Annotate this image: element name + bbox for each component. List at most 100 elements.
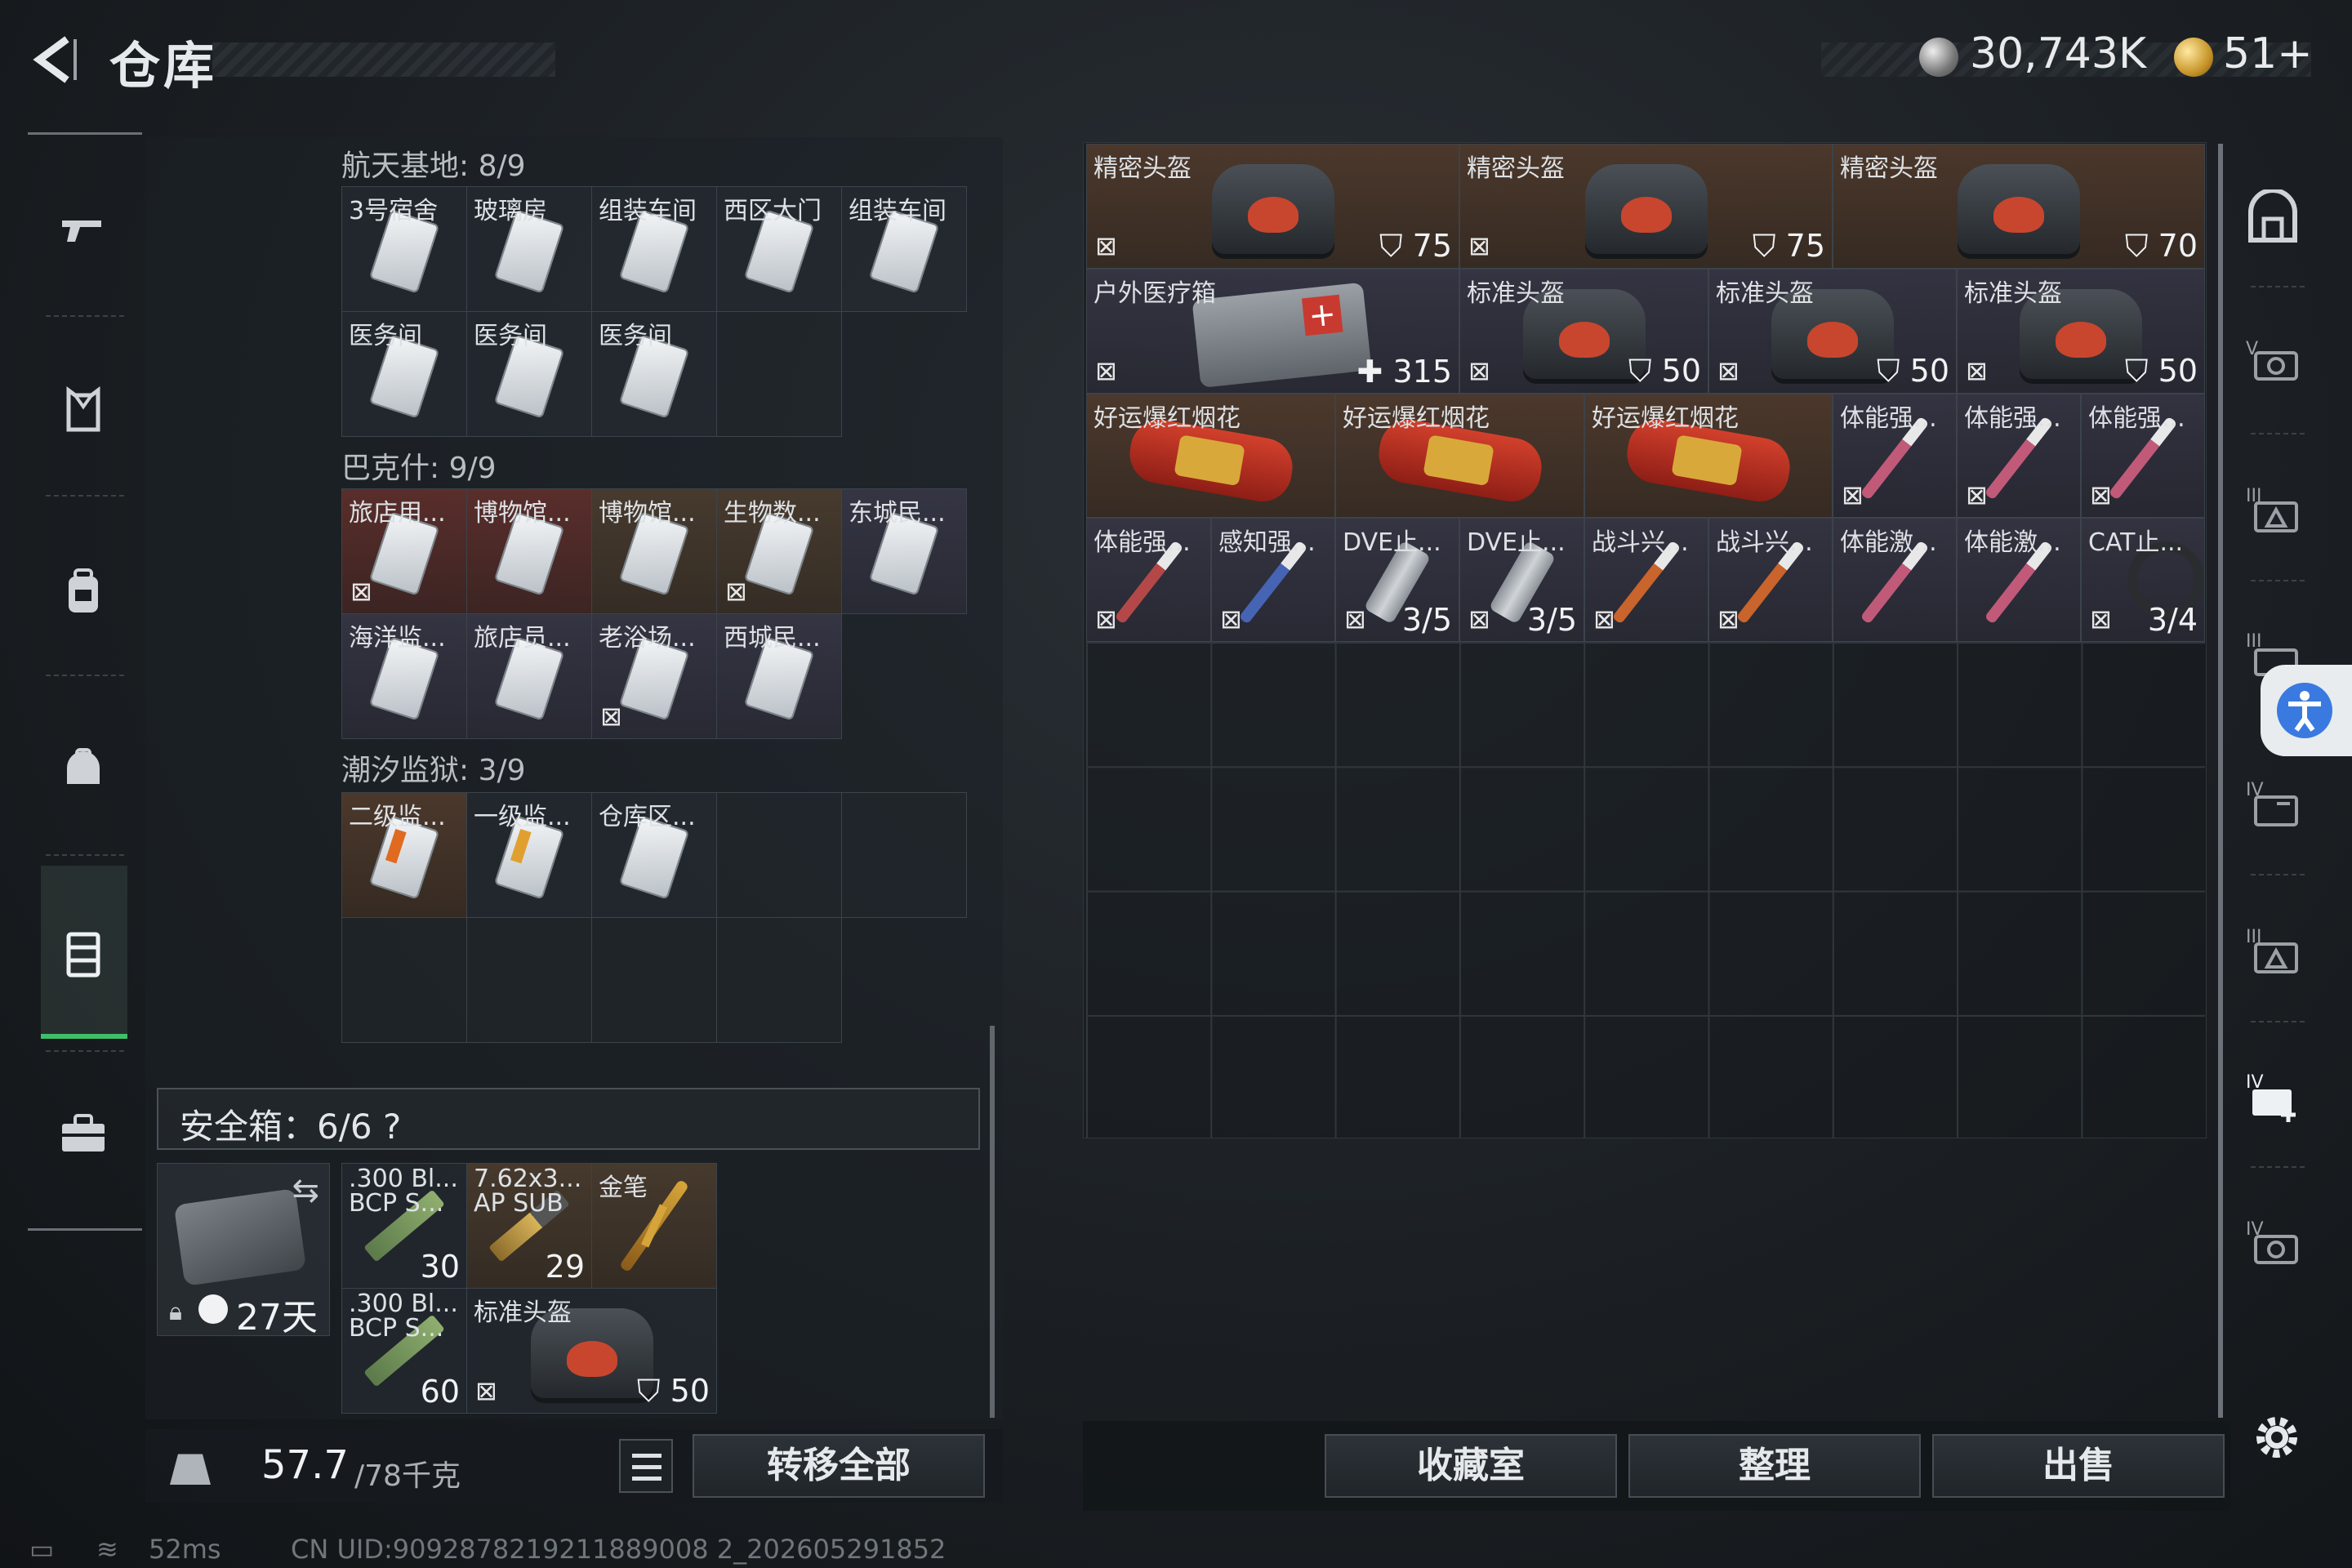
- keycard-cell[interactable]: 仓库区...: [591, 792, 717, 918]
- storage-item[interactable]: 好运爆红烟花: [1086, 394, 1335, 518]
- keycard-name: 医务间: [349, 322, 422, 350]
- empty-slot[interactable]: [591, 917, 717, 1043]
- collection-button[interactable]: 收藏室: [1325, 1434, 1617, 1498]
- safe-item[interactable]: 标准头盔 ⊠ ⛉ 50: [466, 1288, 717, 1414]
- organize-button[interactable]: 整理: [1628, 1434, 1921, 1498]
- keycard-cell[interactable]: 西区大门: [716, 186, 842, 312]
- item-name: DVE止...: [1467, 528, 1566, 557]
- safe-case-slot[interactable]: ⇆ 🔒︎ 27天: [157, 1163, 330, 1339]
- storage-item[interactable]: CAT止... ⊠ 3/4: [2081, 518, 2205, 642]
- item-durability: ⛉ 50: [637, 1373, 710, 1409]
- item-name: 精密头盔: [1467, 154, 1565, 183]
- keycard-cell[interactable]: 二级监...: [341, 792, 467, 918]
- storage-item[interactable]: 户外医疗箱 ⊠ ✚ 315: [1086, 269, 1459, 394]
- keycard-cell[interactable]: 组装车间: [841, 186, 967, 312]
- list-view-button[interactable]: [619, 1439, 673, 1493]
- keycard-cell[interactable]: 一级监...: [466, 792, 592, 918]
- storage-item[interactable]: 好运爆红烟花: [1335, 394, 1584, 518]
- back-arrow-icon[interactable]: [24, 31, 82, 88]
- user-uid: CN UID:9092878219211889008 2_20260529185…: [291, 1534, 947, 1565]
- empty-slot[interactable]: [466, 917, 592, 1043]
- tier-iii-b-icon[interactable]: III: [2244, 923, 2301, 980]
- keycard-cell[interactable]: 西城民...: [716, 613, 842, 739]
- storage-item[interactable]: DVE止... ⊠ 3/5: [1335, 518, 1459, 642]
- keycard-cell[interactable]: 生物数... ⊠: [716, 488, 842, 614]
- safe-item[interactable]: 7.62x3... AP SUB 29: [466, 1163, 592, 1289]
- empty-slot[interactable]: [716, 917, 842, 1043]
- keycard-name: 博物馆...: [599, 499, 696, 528]
- safe-item[interactable]: .300 Bl... BCP S... 60: [341, 1288, 467, 1414]
- backpack-icon[interactable]: [57, 565, 109, 617]
- storage-item[interactable]: 体能强... ⊠: [1086, 518, 1211, 642]
- keycard-cell[interactable]: 医务间: [466, 311, 592, 437]
- safe-item[interactable]: 金笔: [591, 1163, 717, 1289]
- keycard-cell[interactable]: 博物馆...: [591, 488, 717, 614]
- helmet-bag-icon[interactable]: [57, 743, 109, 795]
- tier-iv-icon[interactable]: IV: [2244, 776, 2301, 833]
- storage-item[interactable]: 体能激...: [1833, 518, 1957, 642]
- storage-item[interactable]: 精密头盔 ⊠ ⛉ 75: [1459, 144, 1833, 269]
- keycard-cell[interactable]: 海洋监...: [341, 613, 467, 739]
- keycard-name: 二级监...: [349, 803, 446, 831]
- keycard-name: 一级监...: [474, 803, 571, 831]
- storage-item[interactable]: 体能激...: [1957, 518, 2081, 642]
- tier-v-icon[interactable]: V: [2244, 333, 2301, 390]
- empty-slot[interactable]: [716, 792, 842, 918]
- keycard-cell[interactable]: 博物馆...: [466, 488, 592, 614]
- keycard-cell[interactable]: 玻璃房: [466, 186, 592, 312]
- accessibility-button[interactable]: [2261, 665, 2352, 756]
- keycard-name: 西区大门: [724, 197, 822, 225]
- empty-slot[interactable]: [841, 792, 967, 918]
- storage-item[interactable]: 精密头盔 ⛉ 70: [1833, 144, 2205, 269]
- item-name: CAT止...: [2088, 528, 2184, 557]
- silver-amount[interactable]: 30,743K: [1970, 29, 2146, 78]
- storage-item[interactable]: 好运爆红烟花: [1584, 394, 1833, 518]
- keycard-cell[interactable]: 旅店用... ⊠: [341, 488, 467, 614]
- storage-item[interactable]: 体能强... ⊠: [2081, 394, 2205, 518]
- settings-gear-icon[interactable]: [2247, 1408, 2306, 1467]
- keycard-name: 旅店用...: [349, 499, 446, 528]
- tier-iii-icon[interactable]: III: [2244, 482, 2301, 539]
- toolbox-icon[interactable]: [57, 1107, 109, 1160]
- gun-icon[interactable]: [57, 204, 109, 256]
- help-icon[interactable]: ?: [383, 1107, 401, 1147]
- keycard-cell[interactable]: 组装车间: [591, 186, 717, 312]
- sell-button[interactable]: 出售: [1932, 1434, 2225, 1498]
- storage-item[interactable]: 战斗兴... ⊠: [1708, 518, 1833, 642]
- keycard-name: 3号宿舍: [349, 197, 439, 225]
- armor-icon[interactable]: [57, 384, 109, 436]
- keycard-cell[interactable]: 3号宿舍: [341, 186, 467, 312]
- warehouse-icon[interactable]: [57, 928, 109, 980]
- tier-iv-b-icon[interactable]: IV: [2244, 1215, 2301, 1272]
- safe-item[interactable]: .300 Bl... BCP S... 30: [341, 1163, 467, 1289]
- swap-icon[interactable]: ⇆: [292, 1172, 319, 1209]
- right-scrollbar[interactable]: [2218, 144, 2223, 1418]
- keycard-cell[interactable]: 医务间: [591, 311, 717, 437]
- keycard-cell[interactable]: 医务间: [341, 311, 467, 437]
- storage-item[interactable]: 战斗兴... ⊠: [1584, 518, 1708, 642]
- keycard-cell[interactable]: 旅店员...: [466, 613, 592, 739]
- no-trade-icon: ⊠: [1220, 604, 1242, 635]
- storage-item[interactable]: 标准头盔 ⊠ ⛉ 50: [1957, 269, 2205, 394]
- empty-slot[interactable]: [716, 311, 842, 437]
- item-name: 7.62x3... AP SUB: [474, 1165, 582, 1218]
- storage-item[interactable]: 体能强... ⊠: [1957, 394, 2081, 518]
- storage-item[interactable]: 精密头盔 ⊠ ⛉ 75: [1086, 144, 1459, 269]
- storage-item[interactable]: 感知强... ⊠: [1211, 518, 1335, 642]
- gold-amount[interactable]: 51+: [2223, 29, 2313, 78]
- no-trade-icon: ⊠: [1095, 355, 1117, 386]
- tier-iv-add-icon[interactable]: IV: [2244, 1068, 2301, 1125]
- transfer-all-button[interactable]: 转移全部: [693, 1434, 985, 1498]
- armory-icon[interactable]: [2244, 189, 2301, 247]
- item-name: 好运爆红烟花: [1592, 404, 1739, 433]
- item-name: 好运爆红烟花: [1094, 404, 1241, 433]
- keycard-cell[interactable]: 东城民...: [841, 488, 967, 614]
- storage-item[interactable]: 标准头盔 ⊠ ⛉ 50: [1459, 269, 1708, 394]
- left-scrollbar[interactable]: [990, 1026, 995, 1418]
- keycard-cell[interactable]: 老浴场... ⊠: [591, 613, 717, 739]
- empty-slot[interactable]: [341, 917, 467, 1043]
- storage-item[interactable]: DVE止... ⊠ 3/5: [1459, 518, 1584, 642]
- weight-max: /78千克: [354, 1459, 461, 1493]
- storage-item[interactable]: 体能强... ⊠: [1833, 394, 1957, 518]
- storage-item[interactable]: 标准头盔 ⊠ ⛉ 50: [1708, 269, 1957, 394]
